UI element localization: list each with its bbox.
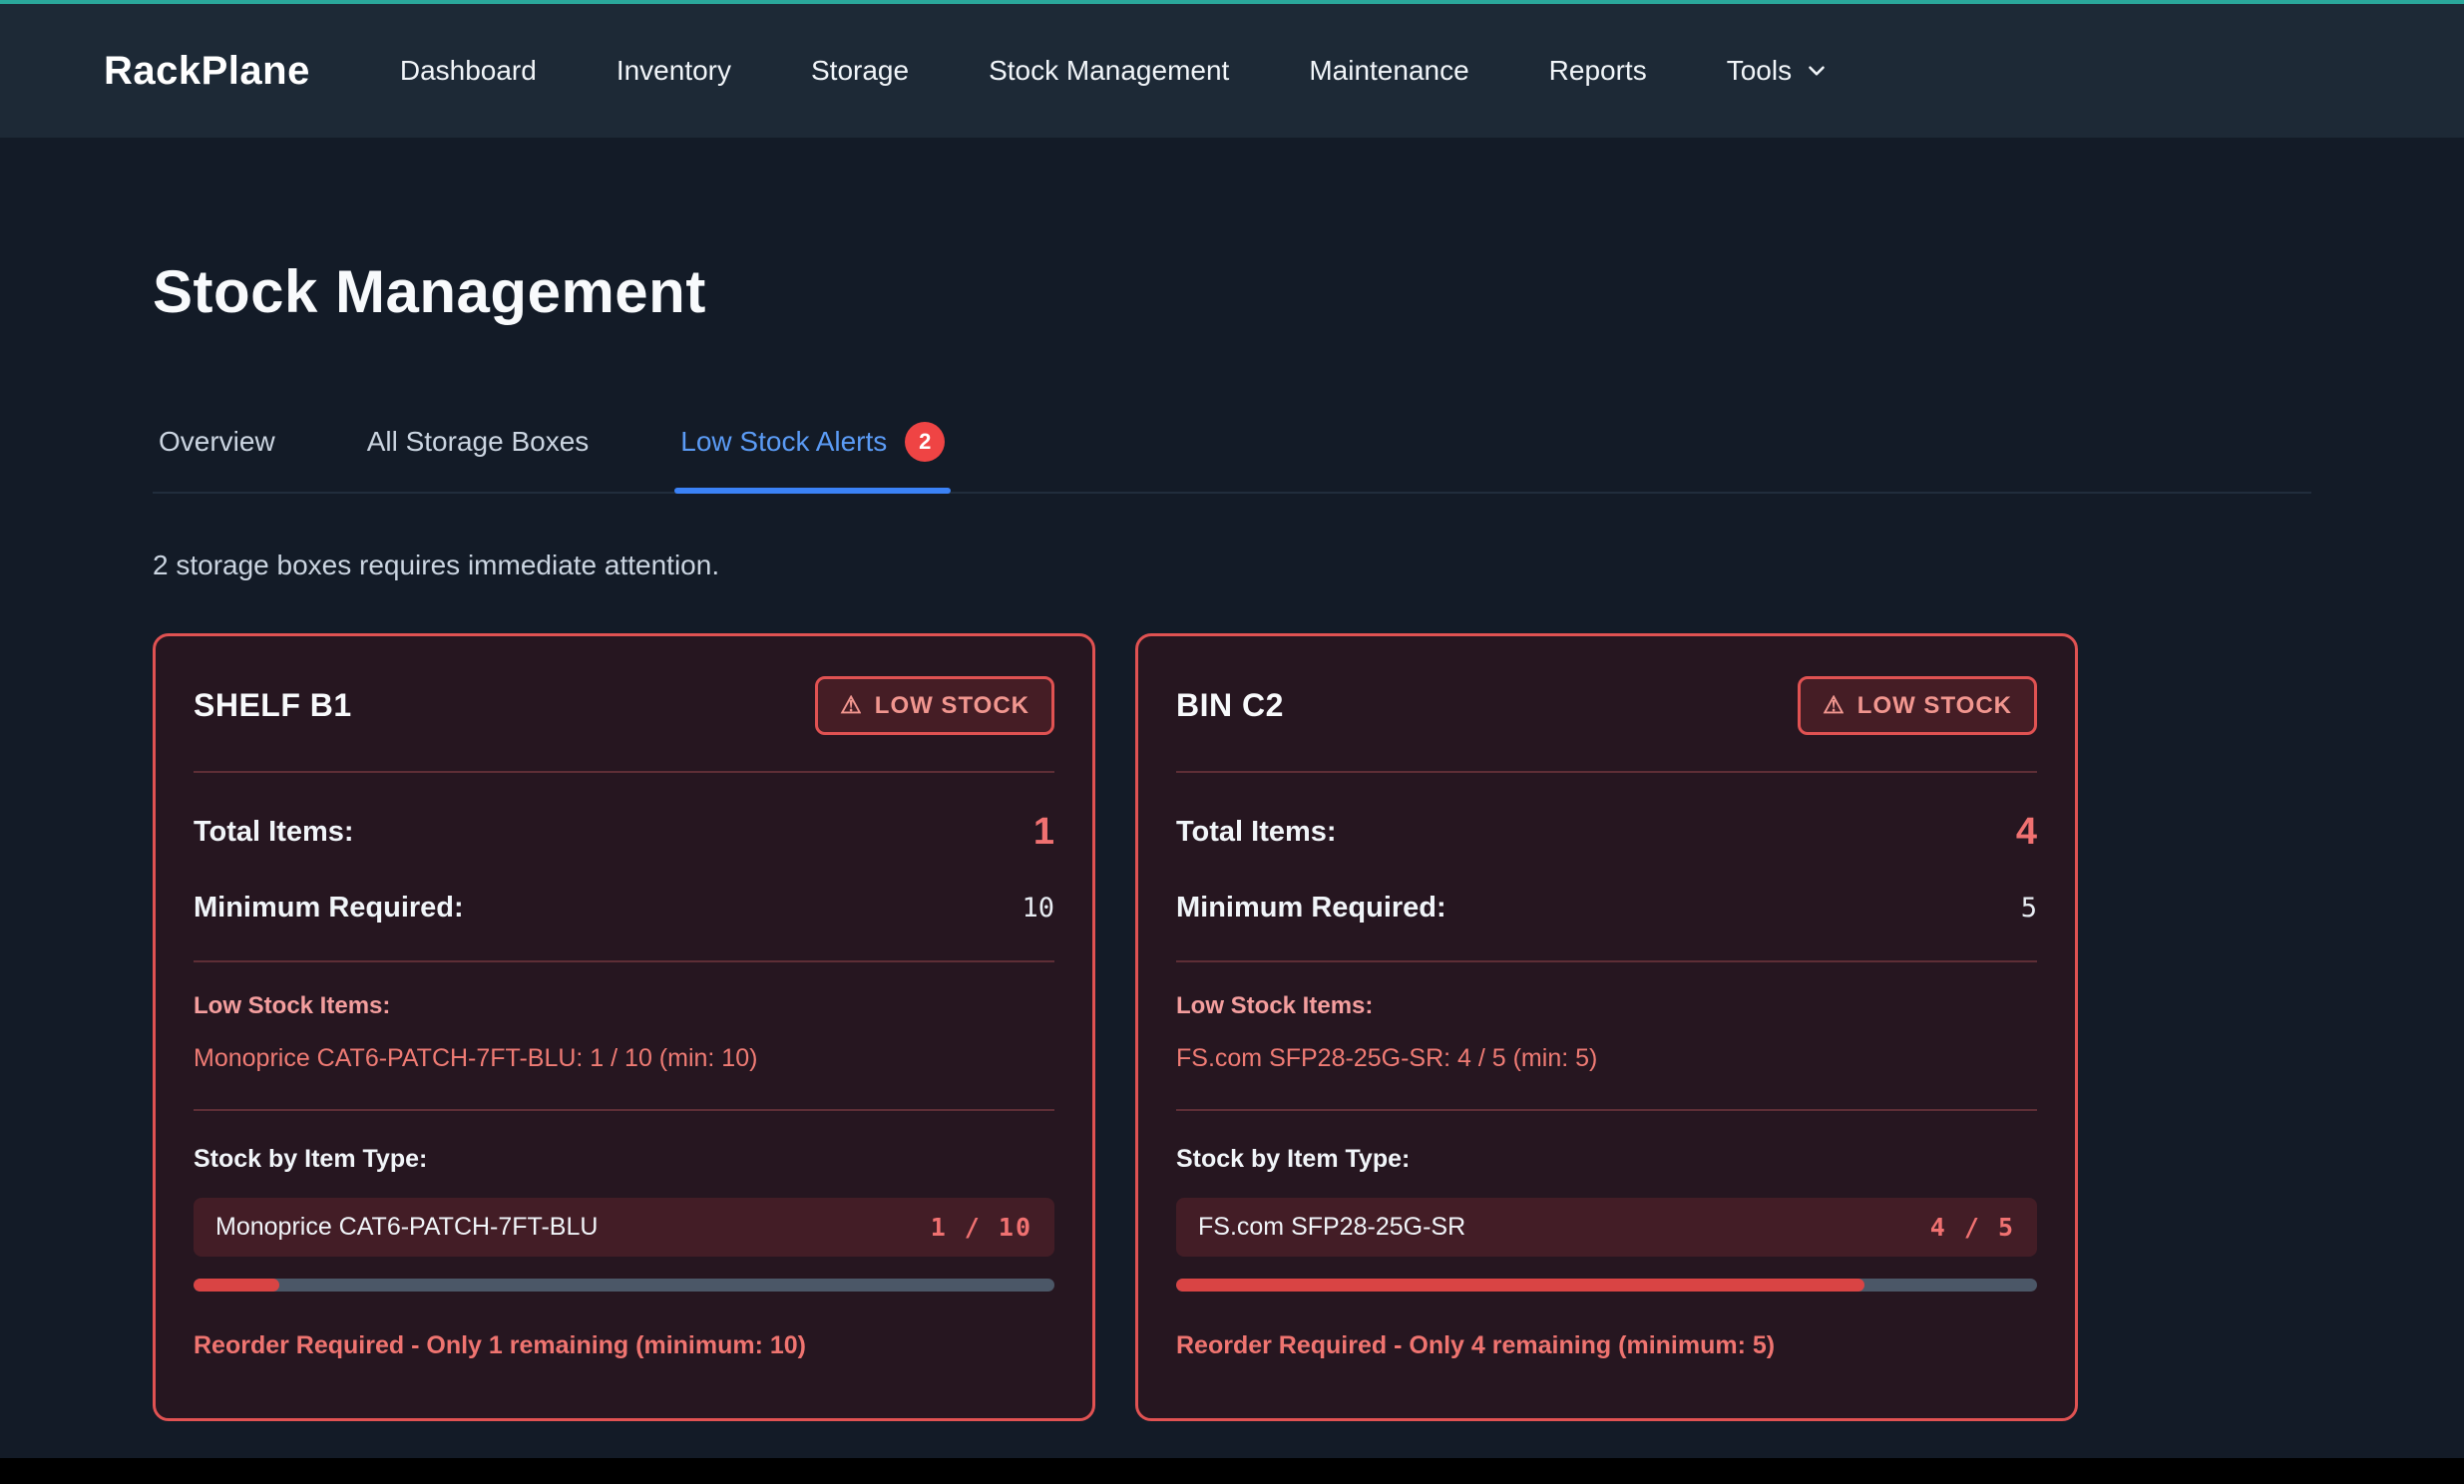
item-count: 4 / 5: [1930, 1213, 2015, 1242]
minimum-required-row: Minimum Required: 10: [194, 892, 1054, 925]
divider: [1176, 960, 2037, 962]
brand-logo[interactable]: RackPlane: [104, 49, 310, 94]
nav-item-reports[interactable]: Reports: [1549, 55, 1647, 87]
storage-box-card-bin-c2: BIN C2 ⚠ LOW STOCK Total Items: 4 Minimu…: [1135, 633, 2078, 1421]
total-items-label: Total Items:: [1176, 816, 1337, 849]
total-items-value: 1: [1033, 811, 1054, 854]
divider: [194, 771, 1054, 773]
stock-progress-bar: [1176, 1279, 2037, 1292]
item-count: 1 / 10: [931, 1213, 1032, 1242]
item-stock-row: FS.com SFP28-25G-SR 4 / 5: [1176, 1198, 2037, 1257]
top-navbar: RackPlane Dashboard Inventory Storage St…: [0, 0, 2464, 138]
card-header: SHELF B1 ⚠ LOW STOCK: [194, 676, 1054, 735]
nav-item-storage[interactable]: Storage: [811, 55, 909, 87]
low-stock-status-badge: ⚠ LOW STOCK: [815, 676, 1054, 735]
stock-by-type-label: Stock by Item Type:: [194, 1145, 1054, 1174]
box-name: SHELF B1: [194, 687, 352, 724]
divider: [1176, 771, 2037, 773]
low-stock-items-label: Low Stock Items:: [194, 992, 1054, 1020]
item-name: FS.com SFP28-25G-SR: [1198, 1213, 1465, 1242]
nav-tools-label: Tools: [1727, 55, 1792, 87]
low-stock-item-detail: FS.com SFP28-25G-SR: 4 / 5 (min: 5): [1176, 1044, 2037, 1073]
minimum-required-label: Minimum Required:: [1176, 892, 1446, 925]
storage-box-card-shelf-b1: SHELF B1 ⚠ LOW STOCK Total Items: 1 Mini…: [153, 633, 1095, 1421]
status-badge-label: LOW STOCK: [875, 692, 1029, 720]
divider: [194, 1109, 1054, 1111]
minimum-required-value: 10: [1022, 893, 1054, 924]
stock-progress-fill: [1176, 1279, 1864, 1292]
chevron-down-icon: [1804, 58, 1830, 84]
nav-item-inventory[interactable]: Inventory: [616, 55, 731, 87]
item-stock-row: Monoprice CAT6-PATCH-7FT-BLU 1 / 10: [194, 1198, 1054, 1257]
warning-icon: ⚠: [1823, 691, 1846, 720]
card-header: BIN C2 ⚠ LOW STOCK: [1176, 676, 2037, 735]
divider: [194, 960, 1054, 962]
stock-by-type-label: Stock by Item Type:: [1176, 1145, 2037, 1174]
nav-item-maintenance[interactable]: Maintenance: [1309, 55, 1468, 87]
reorder-required-text: Reorder Required - Only 1 remaining (min…: [194, 1331, 1054, 1360]
main-nav: Dashboard Inventory Storage Stock Manage…: [400, 55, 1830, 87]
alert-summary-text: 2 storage boxes requires immediate atten…: [153, 550, 2311, 581]
tab-overview[interactable]: Overview: [153, 426, 281, 488]
nav-item-stock-management[interactable]: Stock Management: [989, 55, 1229, 87]
low-stock-item-detail: Monoprice CAT6-PATCH-7FT-BLU: 1 / 10 (mi…: [194, 1044, 1054, 1073]
warning-icon: ⚠: [840, 691, 863, 720]
total-items-row: Total Items: 1: [194, 811, 1054, 854]
item-name: Monoprice CAT6-PATCH-7FT-BLU: [215, 1213, 598, 1242]
total-items-value: 4: [2016, 811, 2037, 854]
main-content: Stock Management Overview All Storage Bo…: [0, 257, 2464, 1421]
page-title: Stock Management: [153, 257, 2311, 326]
box-name: BIN C2: [1176, 687, 1284, 724]
nav-item-dashboard[interactable]: Dashboard: [400, 55, 537, 87]
total-items-row: Total Items: 4: [1176, 811, 2037, 854]
tab-all-storage-boxes[interactable]: All Storage Boxes: [361, 426, 596, 488]
low-stock-count-badge: 2: [905, 422, 945, 462]
divider: [1176, 1109, 2037, 1111]
minimum-required-label: Minimum Required:: [194, 892, 464, 925]
status-badge-label: LOW STOCK: [1857, 692, 2012, 720]
tab-low-stock-alerts[interactable]: Low Stock Alerts 2: [674, 422, 951, 492]
tab-bar: Overview All Storage Boxes Low Stock Ale…: [153, 422, 2311, 494]
stock-progress-bar: [194, 1279, 1054, 1292]
stock-progress-fill: [194, 1279, 279, 1292]
reorder-required-text: Reorder Required - Only 4 remaining (min…: [1176, 1331, 2037, 1360]
low-stock-status-badge: ⚠ LOW STOCK: [1798, 676, 2037, 735]
minimum-required-value: 5: [2021, 893, 2037, 924]
app-screen: RackPlane Dashboard Inventory Storage St…: [0, 0, 2464, 1484]
low-stock-items-label: Low Stock Items:: [1176, 992, 2037, 1020]
bottom-bar: [0, 1458, 2464, 1484]
minimum-required-row: Minimum Required: 5: [1176, 892, 2037, 925]
nav-item-tools-dropdown[interactable]: Tools: [1727, 55, 1830, 87]
total-items-label: Total Items:: [194, 816, 354, 849]
low-stock-card-list: SHELF B1 ⚠ LOW STOCK Total Items: 1 Mini…: [153, 633, 2078, 1421]
tab-low-stock-alerts-label: Low Stock Alerts: [680, 426, 887, 458]
